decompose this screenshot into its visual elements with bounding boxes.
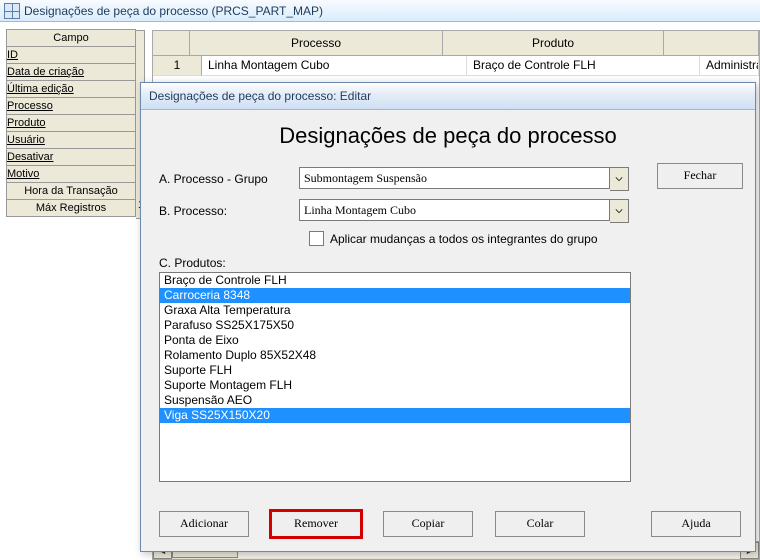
field-row[interactable]: Processo [6, 97, 136, 115]
checkbox-icon [309, 231, 324, 246]
list-item[interactable]: Suspensão AEO [160, 393, 630, 408]
list-item[interactable]: Ponta de Eixo [160, 333, 630, 348]
field-row[interactable]: Desativar [6, 148, 136, 166]
adicionar-button[interactable]: Adicionar [159, 511, 249, 537]
list-item[interactable]: Parafuso SS25X175X50 [160, 318, 630, 333]
edit-dialog: Designações de peça do processo: Editar … [140, 82, 756, 552]
label-produtos: C. Produtos: [159, 256, 737, 270]
grid-icon [4, 3, 20, 19]
list-item[interactable]: Rolamento Duplo 85X52X48 [160, 348, 630, 363]
list-item[interactable]: Graxa Alta Temperatura [160, 303, 630, 318]
bg-window-titlebar: Designações de peça do processo (PRCS_PA… [0, 0, 760, 22]
colar-button[interactable]: Colar [495, 511, 585, 537]
aplicar-checkbox[interactable]: Aplicar mudanças a todos os integrantes … [309, 231, 629, 246]
chevron-down-icon[interactable] [610, 167, 629, 191]
dialog-heading: Designações de peça do processo [141, 123, 755, 149]
copiar-button[interactable]: Copiar [383, 511, 473, 537]
field-row[interactable]: Motivo [6, 165, 136, 183]
select-grupo[interactable] [299, 167, 610, 189]
cell-usuario: Administrator [700, 56, 759, 76]
dialog-title: Designações de peça do processo: Editar [149, 89, 371, 103]
field-list: Campo ID Data de criação Última edição P… [6, 30, 136, 217]
list-item[interactable]: Carroceria 8348 [160, 288, 630, 303]
field-row[interactable]: ID [6, 46, 136, 64]
select-processo[interactable] [299, 199, 610, 221]
label-processo: B. Processo: [159, 204, 299, 218]
field-row[interactable]: Produto [6, 114, 136, 132]
field-row[interactable]: Máx Registros [6, 199, 136, 217]
ajuda-button[interactable]: Ajuda [651, 511, 741, 537]
produtos-listbox[interactable]: Braço de Controle FLHCarroceria 8348Grax… [159, 272, 631, 482]
list-item[interactable]: Braço de Controle FLH [160, 273, 630, 288]
remover-button[interactable]: Remover [271, 511, 361, 537]
field-row[interactable]: Última edição [6, 80, 136, 98]
col-usuario-header[interactable] [664, 31, 759, 55]
chevron-down-icon[interactable] [610, 199, 629, 223]
list-item[interactable]: Suporte FLH [160, 363, 630, 378]
field-header: Campo [6, 29, 136, 47]
field-row[interactable]: Data de criação [6, 63, 136, 81]
dialog-titlebar[interactable]: Designações de peça do processo: Editar [141, 83, 755, 110]
list-item[interactable]: Viga SS25X150X20 [160, 408, 630, 423]
cell-produto: Braço de Controle FLH [467, 56, 700, 76]
bg-window-title: Designações de peça do processo (PRCS_PA… [24, 4, 323, 18]
row-num-header [153, 31, 190, 55]
row-number: 1 [153, 56, 202, 76]
list-item[interactable]: Suporte Montagem FLH [160, 378, 630, 393]
fechar-button[interactable]: Fechar [657, 163, 743, 189]
col-produto-header[interactable]: Produto [443, 31, 664, 55]
col-processo-header[interactable]: Processo [190, 31, 443, 55]
label-grupo: A. Processo - Grupo [159, 172, 299, 186]
field-row[interactable]: Hora da Transação [6, 182, 136, 200]
aplicar-label: Aplicar mudanças a todos os integrantes … [330, 232, 598, 246]
field-row[interactable]: Usuário [6, 131, 136, 149]
table-row[interactable]: 1 Linha Montagem Cubo Braço de Controle … [153, 56, 759, 76]
cell-processo: Linha Montagem Cubo [202, 56, 467, 76]
